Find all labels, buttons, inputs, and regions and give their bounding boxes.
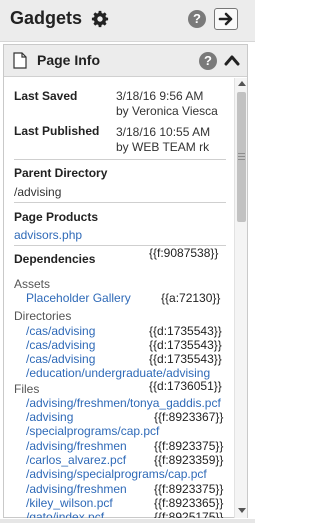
- last-published-label: Last Published: [14, 124, 100, 138]
- scroll-down-arrow[interactable]: [238, 508, 246, 513]
- parent-directory-value: /advising: [14, 185, 62, 199]
- file-link[interactable]: /advising: [26, 410, 73, 424]
- directory-code: {{d:1735543}}: [149, 338, 222, 352]
- divider: [14, 159, 226, 160]
- file-link[interactable]: /advising/freshmen/tonya_gaddis.pcf: [26, 396, 221, 410]
- directory-link[interactable]: /education/undergraduate/advising: [26, 366, 210, 380]
- gear-icon[interactable]: [91, 10, 109, 28]
- question-icon[interactable]: ?: [188, 10, 206, 28]
- asset-link[interactable]: Placeholder Gallery: [26, 291, 131, 305]
- collapse-gadgets-button[interactable]: [214, 8, 238, 30]
- file-link[interactable]: /advising/freshmen: [26, 439, 127, 453]
- chevron-up-icon[interactable]: [224, 53, 240, 67]
- page-info-title: Page Info: [37, 52, 101, 68]
- asset-code: {{a:72130}}: [161, 291, 221, 305]
- file-code: {{f:8925175}}: [154, 510, 224, 518]
- directory-code: {{d:1735543}}: [149, 352, 222, 366]
- directory-link[interactable]: /cas/advising: [26, 338, 95, 352]
- scroll-up-arrow[interactable]: [238, 81, 246, 86]
- page-info-panel: Page Info ? Last Saved 3/18/16 9:56 AM b…: [3, 44, 248, 518]
- page-info-content: Last Saved 3/18/16 9:56 AM by Veronica V…: [4, 78, 234, 518]
- file-link[interactable]: /specialprograms/cap.pcf: [26, 424, 159, 438]
- question-icon[interactable]: ?: [199, 52, 217, 70]
- divider: [14, 202, 226, 203]
- last-saved-date: 3/18/16 9:56 AM: [116, 89, 204, 103]
- file-link[interactable]: /advising/specialprograms/cap.pcf: [26, 467, 207, 481]
- directory-link[interactable]: /cas/advising: [26, 352, 95, 366]
- file-code: {{f:8923375}}: [154, 439, 224, 453]
- file-link[interactable]: /gato/index.pcf: [26, 510, 104, 518]
- directory-link[interactable]: /cas/advising: [26, 324, 95, 338]
- gadgets-header: Gadgets ?: [0, 0, 255, 42]
- dependencies-label: Dependencies: [14, 252, 96, 266]
- document-icon: [13, 52, 27, 69]
- file-code: {{f:8923365}}: [154, 496, 224, 510]
- file-link[interactable]: /advising/freshmen: [26, 482, 127, 496]
- content-scrollbar[interactable]: [234, 78, 247, 518]
- last-saved-label: Last Saved: [14, 89, 78, 103]
- parent-directory-label: Parent Directory: [14, 166, 108, 180]
- file-link[interactable]: /carlos_alvarez.pcf: [26, 453, 126, 467]
- directories-label: Directories: [14, 309, 72, 323]
- page-info-header[interactable]: Page Info ?: [4, 45, 247, 77]
- file-code: {{f:8923367}}: [154, 410, 224, 424]
- directory-code: {{d:1735543}}: [149, 324, 222, 338]
- last-published-date: 3/18/16 10:55 AM: [116, 125, 211, 139]
- file-code: {{f:8923359}}: [154, 453, 224, 467]
- files-label: Files: [14, 382, 40, 396]
- dependency-code: {{f:9087538}}: [149, 246, 219, 260]
- scrollbar-thumb[interactable]: [237, 92, 246, 222]
- files-code: {{d:1736051}}: [149, 379, 222, 393]
- page-products-label: Page Products: [14, 210, 99, 224]
- gadgets-title: Gadgets: [10, 8, 83, 28]
- last-published-by: by WEB TEAM rk: [116, 140, 210, 154]
- assets-label: Assets: [14, 277, 51, 291]
- page-product-link[interactable]: advisors.php: [14, 228, 82, 242]
- arrow-right-icon: [218, 12, 233, 26]
- file-code: {{f:8923375}}: [154, 482, 224, 496]
- last-saved-by: by Veronica Viesca: [116, 104, 218, 118]
- file-link[interactable]: /kiley_wilson.pcf: [26, 496, 113, 510]
- next-gadget-edge: [0, 519, 255, 523]
